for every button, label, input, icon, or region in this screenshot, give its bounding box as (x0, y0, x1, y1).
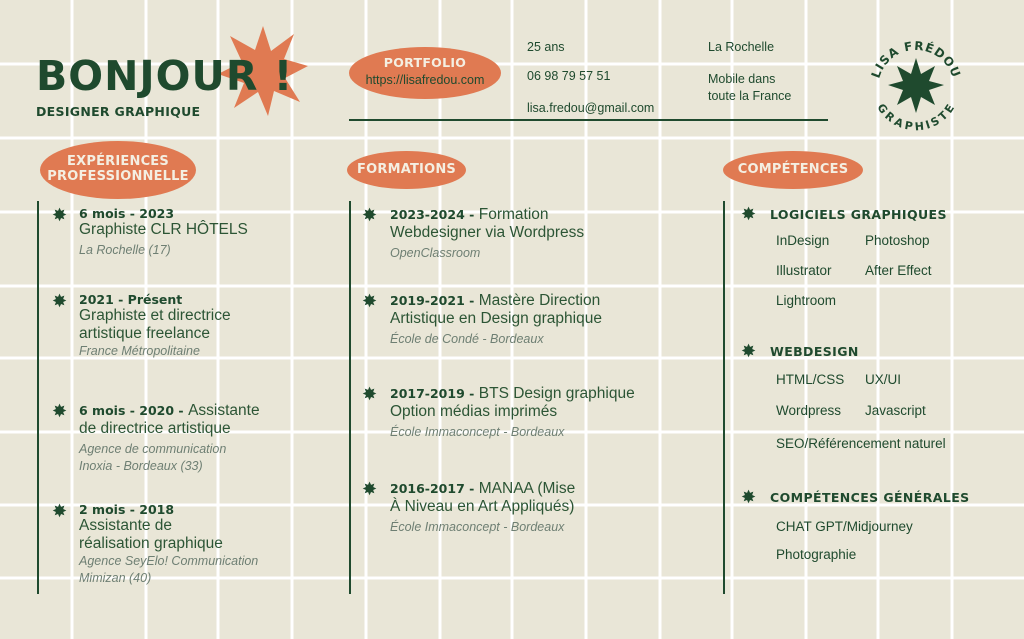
experience-title: Assistante de (79, 517, 173, 534)
formation-title: À Niveau en Art Appliqués) (390, 498, 575, 515)
formation-place: École de Condé - Bordeaux (390, 332, 544, 346)
email[interactable]: lisa.fredou@gmail.com (527, 101, 654, 115)
formation-date: 2016-2017 - (390, 481, 475, 496)
formation-title: Formation (478, 206, 549, 223)
city: La Rochelle (708, 40, 775, 54)
skill-item: UX/UI (865, 372, 902, 387)
portfolio-label: PORTFOLIO (383, 55, 467, 70)
formations-pill: FORMATIONS (347, 151, 466, 189)
formation-date: 2019-2021 - (390, 293, 475, 308)
experience-date: 6 mois - 2023 (79, 206, 175, 221)
star-bullet-icon: ✸ (741, 487, 757, 507)
experience-place: Agence de communication (79, 442, 227, 456)
experience-item: ✸ 6 mois - 2020 - Assistante de directri… (52, 402, 322, 475)
formation-title: Artistique en Design graphique (390, 310, 602, 327)
formation-date: 2017-2019 - (390, 386, 475, 401)
portfolio-pill[interactable]: PORTFOLIO https://lisafredou.com (349, 47, 501, 99)
skill-item: InDesign (776, 233, 830, 248)
experience-date: 2021 - Présent (79, 292, 183, 307)
experience-title: Assistante (188, 402, 260, 419)
mobility-line-2: toute la France (708, 89, 792, 103)
skill-group-heading: COMPÉTENCES GÉNÉRALES (770, 490, 970, 505)
competences-title: COMPÉTENCES (737, 162, 849, 177)
skill-item: Photoshop (865, 233, 930, 248)
header-divider (349, 119, 828, 121)
formation-title: Webdesigner via Wordpress (390, 224, 585, 241)
experience-place: Inoxia - Bordeaux (33) (79, 459, 203, 473)
experiences-line (37, 201, 39, 594)
experiences-pill: EXPÉRIENCES PROFESSIONNELLE (40, 141, 196, 199)
experience-title: de directrice artistique (79, 420, 231, 437)
experience-title: réalisation graphique (79, 535, 223, 552)
age: 25 ans (527, 40, 565, 54)
star-bullet-icon: ✸ (362, 479, 378, 499)
experience-place: Mimizan (40) (79, 571, 152, 585)
star-bullet-icon: ✸ (52, 205, 68, 225)
star-bullet-icon: ✸ (52, 401, 68, 421)
formation-title: MANAA (Mise (478, 480, 576, 497)
experience-title: Graphiste et directrice (79, 307, 231, 324)
skill-item: After Effect (865, 263, 932, 278)
experience-title: artistique freelance (79, 325, 210, 342)
formation-item: ✸ 2023-2024 - Formation Webdesigner via … (362, 206, 662, 262)
phone: 06 98 79 57 51 (527, 69, 611, 83)
experience-item: ✸ 2021 - Présent Graphiste et directrice… (52, 292, 312, 360)
experiences-title-2: PROFESSIONNELLE (47, 169, 189, 184)
mobility-line-1: Mobile dans (708, 72, 776, 86)
formation-title: BTS Design graphique (478, 385, 635, 402)
skill-item: Wordpress (776, 403, 842, 418)
formations-line (349, 201, 351, 594)
experience-place: Agence SeyElo! Communication (79, 554, 259, 568)
formations-title: FORMATIONS (357, 162, 456, 177)
formation-date: 2023-2024 - (390, 207, 475, 222)
formation-place: OpenClassroom (390, 246, 481, 260)
experience-place: La Rochelle (17) (79, 243, 171, 257)
formation-place: École Immaconcept - Bordeaux (390, 520, 565, 534)
star-bullet-icon: ✸ (52, 291, 68, 311)
job-title: DESIGNER GRAPHIQUE (36, 104, 201, 119)
star-bullet-icon: ✸ (741, 204, 757, 224)
experience-date: 2 mois - 2018 (79, 502, 175, 517)
formation-item: ✸ 2016-2017 - MANAA (Mise À Niveau en Ar… (362, 480, 662, 536)
greeting-title: BONJOUR ! (36, 52, 294, 100)
graphiste-badge: LISA FRÉDOU GRAPHISTE (869, 39, 963, 134)
star-bullet-icon: ✸ (52, 501, 68, 521)
skill-group-heading: LOGICIELS GRAPHIQUES (770, 207, 947, 222)
star-bullet-icon: ✸ (741, 341, 757, 361)
competences-pill: COMPÉTENCES (723, 151, 863, 189)
mobility: Mobile dans toute la France (708, 71, 791, 105)
formation-item: ✸ 2017-2019 - BTS Design graphique Optio… (362, 385, 672, 441)
experience-item: ✸ 6 mois - 2023 Graphiste CLR HÔTELS La … (52, 206, 292, 259)
formation-place: École Immaconcept - Bordeaux (390, 425, 565, 439)
skill-item: SEO/Référencement naturel (776, 436, 946, 451)
experience-title: Graphiste CLR HÔTELS (79, 221, 248, 238)
skill-item: Photographie (776, 547, 857, 562)
skill-group-heading: WEBDESIGN (770, 344, 859, 359)
skill-item: Javascript (865, 403, 926, 418)
formation-item: ✸ 2019-2021 - Mastère Direction Artistiq… (362, 292, 662, 348)
portfolio-url[interactable]: https://lisafredou.com (349, 73, 501, 87)
experience-item: ✸ 2 mois - 2018 Assistante de réalisatio… (52, 502, 322, 587)
competences-line (723, 201, 725, 594)
star-bullet-icon: ✸ (362, 291, 378, 311)
experience-date: 6 mois - 2020 - (79, 403, 184, 418)
formation-title: Mastère Direction (478, 292, 601, 309)
skill-item: Illustrator (776, 263, 832, 278)
experiences-title-1: EXPÉRIENCES (67, 154, 169, 169)
star-bullet-icon: ✸ (362, 205, 378, 225)
skill-item: Lightroom (776, 293, 837, 308)
star-bullet-icon: ✸ (362, 384, 378, 404)
skill-item: CHAT GPT/Midjourney (776, 519, 913, 534)
formation-title: Option médias imprimés (390, 403, 558, 420)
skill-item: HTML/CSS (776, 372, 845, 387)
experience-place: France Métropolitaine (79, 344, 200, 358)
